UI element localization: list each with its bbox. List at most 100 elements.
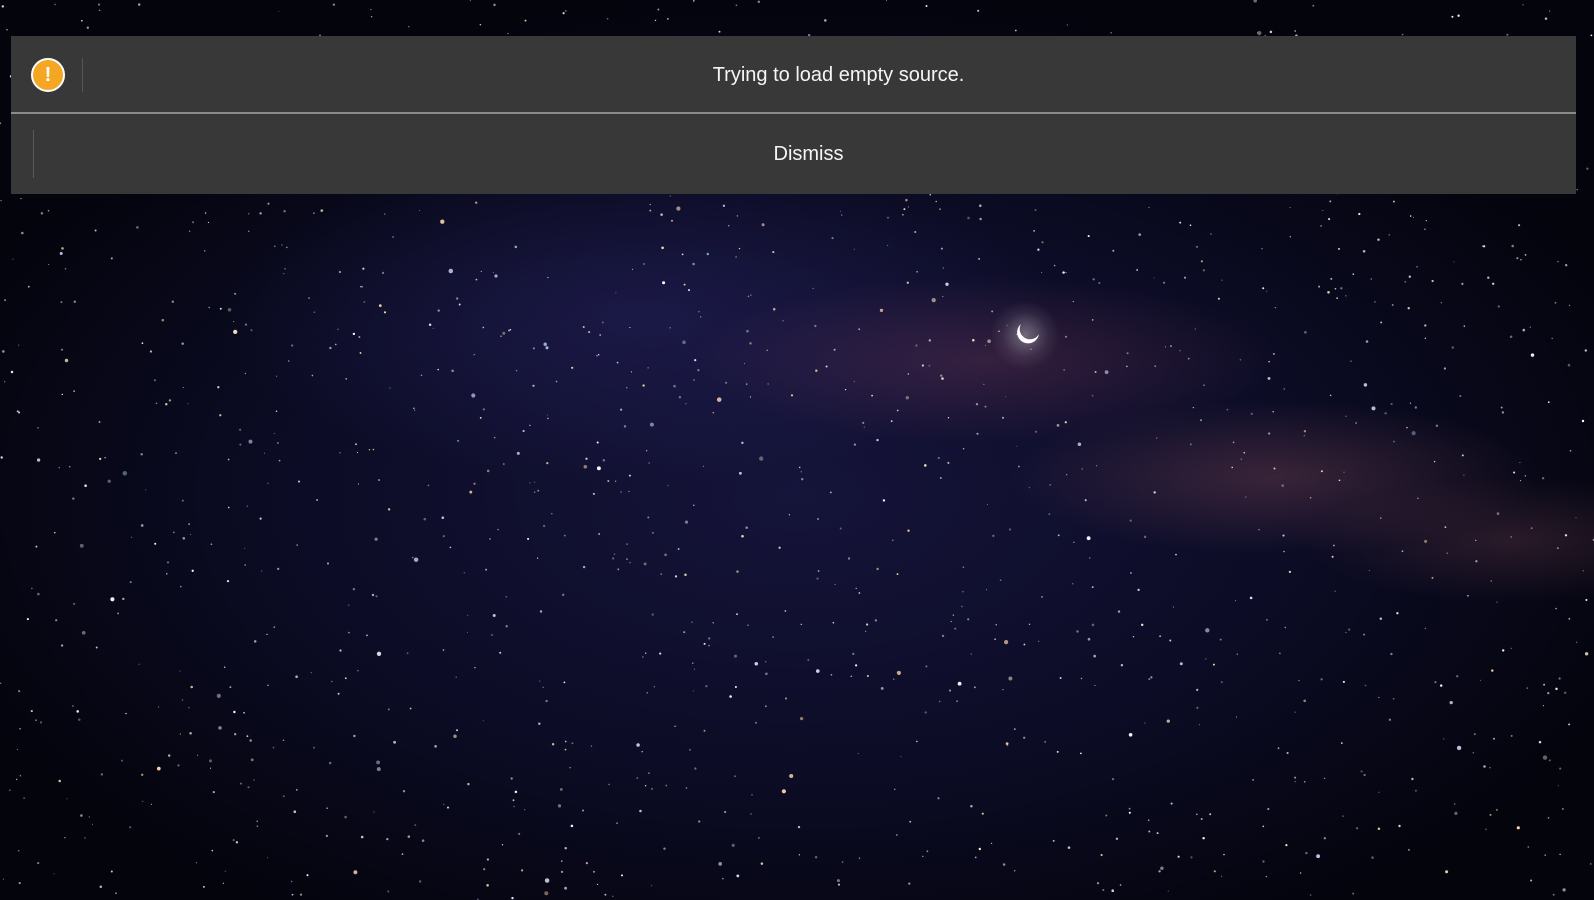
star <box>1388 718 1392 721</box>
star <box>561 860 563 862</box>
star <box>1455 674 1459 678</box>
star <box>994 638 996 641</box>
star <box>596 441 599 444</box>
star <box>370 9 372 11</box>
star <box>414 824 417 827</box>
star <box>1066 474 1068 476</box>
star <box>960 605 963 608</box>
star <box>1392 440 1395 443</box>
star <box>224 666 226 668</box>
star <box>1581 419 1585 423</box>
star <box>479 417 482 419</box>
star <box>1502 649 1505 652</box>
star <box>529 482 531 484</box>
star <box>358 336 361 338</box>
star <box>1219 638 1222 641</box>
star <box>227 506 230 509</box>
star <box>378 304 382 307</box>
star <box>947 461 950 464</box>
star <box>816 577 819 580</box>
star <box>138 663 140 665</box>
star <box>308 297 310 299</box>
star <box>259 212 262 215</box>
star <box>724 810 727 814</box>
star <box>204 250 206 252</box>
star <box>712 411 715 414</box>
star <box>376 760 380 765</box>
star <box>649 209 652 212</box>
star <box>1323 837 1326 840</box>
star <box>1328 218 1331 221</box>
star <box>1037 248 1040 251</box>
star <box>182 386 184 389</box>
star <box>39 721 43 724</box>
star <box>10 370 14 374</box>
star <box>824 19 827 22</box>
star <box>491 634 493 636</box>
star <box>847 557 851 560</box>
star <box>88 816 91 818</box>
star <box>782 320 784 322</box>
star <box>233 710 236 714</box>
star <box>1549 10 1551 12</box>
star <box>1098 281 1101 285</box>
star <box>1316 854 1321 859</box>
star <box>1016 445 1018 447</box>
dismiss-button[interactable]: Dismiss <box>41 114 1576 194</box>
star <box>937 797 940 800</box>
star <box>179 733 181 735</box>
star <box>1041 271 1043 273</box>
star <box>692 662 694 664</box>
star <box>110 870 113 873</box>
star <box>646 450 648 452</box>
star <box>505 625 508 628</box>
star <box>682 340 686 345</box>
star <box>188 707 190 709</box>
star <box>1087 235 1090 238</box>
star <box>749 342 752 345</box>
star <box>153 379 156 382</box>
star <box>1262 860 1265 863</box>
star <box>746 329 749 333</box>
star <box>735 256 737 258</box>
star <box>1179 221 1182 224</box>
star <box>466 631 468 633</box>
star <box>370 16 373 18</box>
star <box>1309 497 1312 499</box>
star <box>457 439 460 442</box>
star <box>1565 264 1568 267</box>
star <box>1378 791 1380 793</box>
star <box>486 858 490 861</box>
star <box>863 426 865 428</box>
star <box>855 587 857 590</box>
star <box>858 328 861 331</box>
star <box>853 443 857 446</box>
star <box>64 358 69 363</box>
star <box>858 592 861 594</box>
star <box>60 301 63 304</box>
star <box>816 669 820 673</box>
star <box>37 592 40 596</box>
star <box>376 651 382 656</box>
star <box>1424 324 1427 327</box>
star <box>673 384 676 388</box>
star <box>1129 571 1132 574</box>
star <box>625 558 628 561</box>
star <box>1033 230 1035 232</box>
divider <box>33 130 34 178</box>
star <box>1479 679 1482 681</box>
star <box>790 394 794 397</box>
star <box>467 614 469 617</box>
star <box>1475 560 1478 563</box>
star <box>1370 278 1373 280</box>
star <box>316 498 319 502</box>
star <box>716 397 722 402</box>
star <box>1283 550 1285 553</box>
star <box>940 374 943 377</box>
star <box>979 217 982 221</box>
star <box>1562 808 1564 810</box>
star <box>1194 328 1196 330</box>
star <box>501 844 504 846</box>
star <box>653 686 655 688</box>
star <box>1153 277 1155 279</box>
